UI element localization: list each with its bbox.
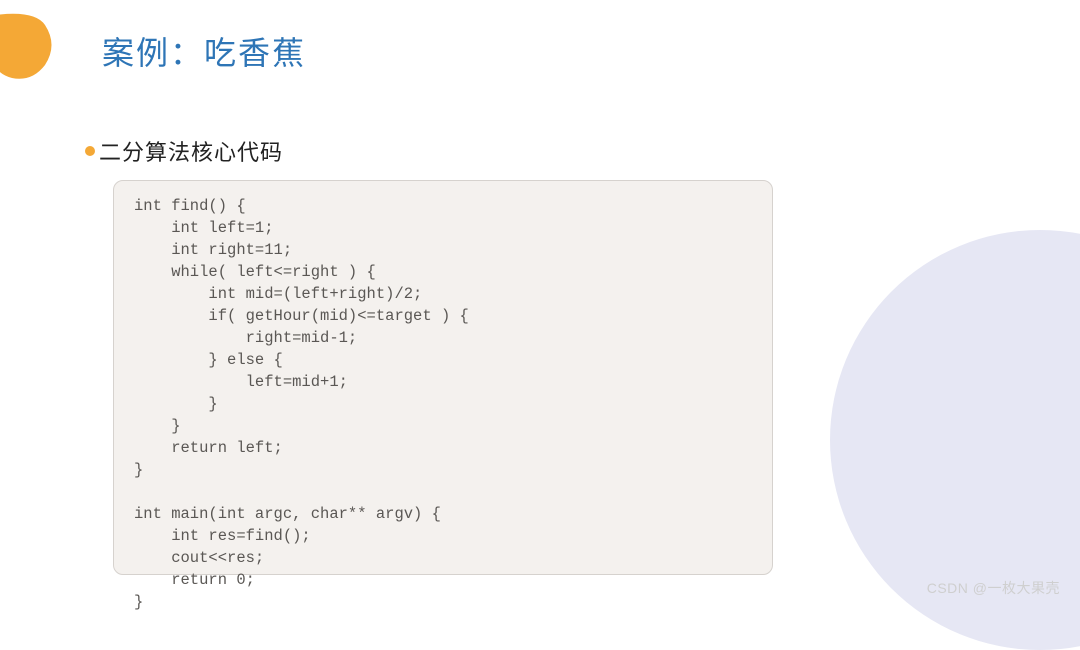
decorative-blob xyxy=(0,10,70,90)
subtitle-text: 二分算法核心代码 xyxy=(99,135,283,167)
bullet-icon xyxy=(85,146,95,156)
watermark-text: CSDN @一枚大果壳 xyxy=(927,578,1060,598)
slide-title: 案例：吃香蕉 xyxy=(102,28,306,74)
code-content: int find() { int left=1; int right=11; w… xyxy=(134,195,752,613)
subtitle-row: 二分算法核心代码 xyxy=(85,135,283,167)
code-block: int find() { int left=1; int right=11; w… xyxy=(113,180,773,575)
